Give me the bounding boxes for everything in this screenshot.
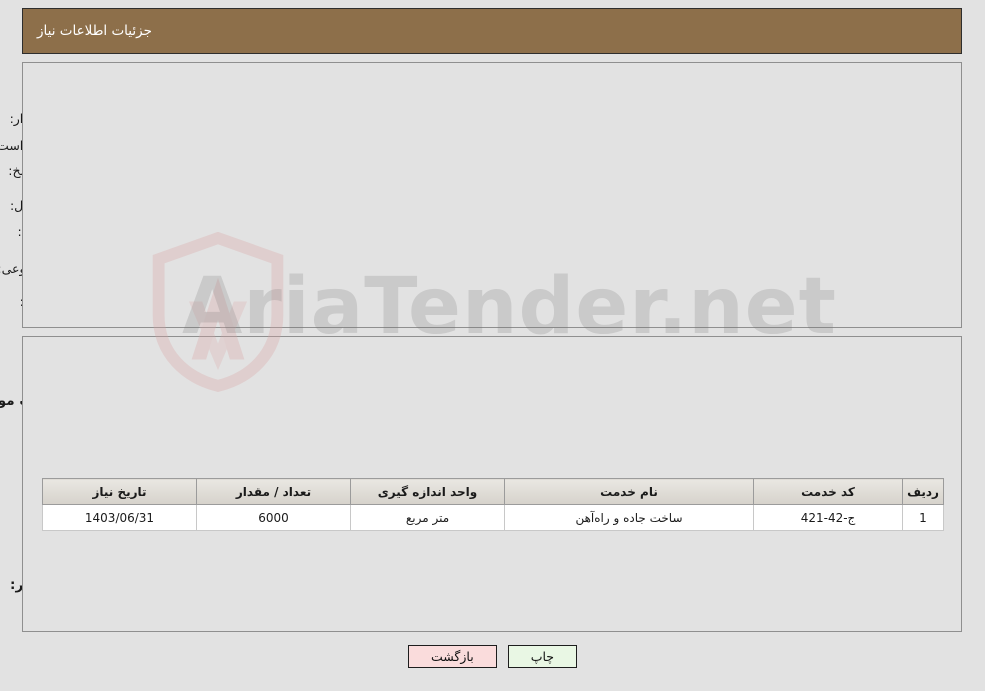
need-info-panel: [22, 62, 962, 328]
cell-service-name: ساخت جاده و راه‌آهن: [504, 504, 754, 531]
table-header-row: ردیف کد خدمت نام خدمت واحد اندازه گیری ت…: [42, 478, 944, 505]
page-title-bar: جزئیات اطلاعات نیاز: [22, 8, 962, 54]
col-unit: واحد اندازه گیری: [350, 478, 505, 505]
cell-service-code: ج-42-421: [753, 504, 903, 531]
col-need-date: تاریخ نیاز: [42, 478, 197, 505]
cell-row-no: 1: [902, 504, 944, 531]
table-row: 1 ج-42-421 ساخت جاده و راه‌آهن متر مربع …: [42, 504, 944, 531]
back-button[interactable]: بازگشت: [407, 645, 497, 668]
col-row-no: ردیف: [902, 478, 944, 505]
cell-need-date: 1403/06/31: [42, 504, 197, 531]
col-service-name: نام خدمت: [504, 478, 754, 505]
services-table: ردیف کد خدمت نام خدمت واحد اندازه گیری ت…: [42, 478, 944, 531]
need-details-page: جزئیات اطلاعات نیاز شماره نیاز: 11030977…: [0, 0, 985, 691]
cell-quantity: 6000: [196, 504, 351, 531]
col-quantity: تعداد / مقدار: [196, 478, 351, 505]
print-button[interactable]: چاپ: [507, 645, 577, 668]
page-title: جزئیات اطلاعات نیاز: [37, 23, 152, 39]
col-service-code: کد خدمت: [753, 478, 903, 505]
footer-button-bar: بازگشت چاپ: [0, 645, 985, 668]
cell-unit: متر مربع: [350, 504, 505, 531]
